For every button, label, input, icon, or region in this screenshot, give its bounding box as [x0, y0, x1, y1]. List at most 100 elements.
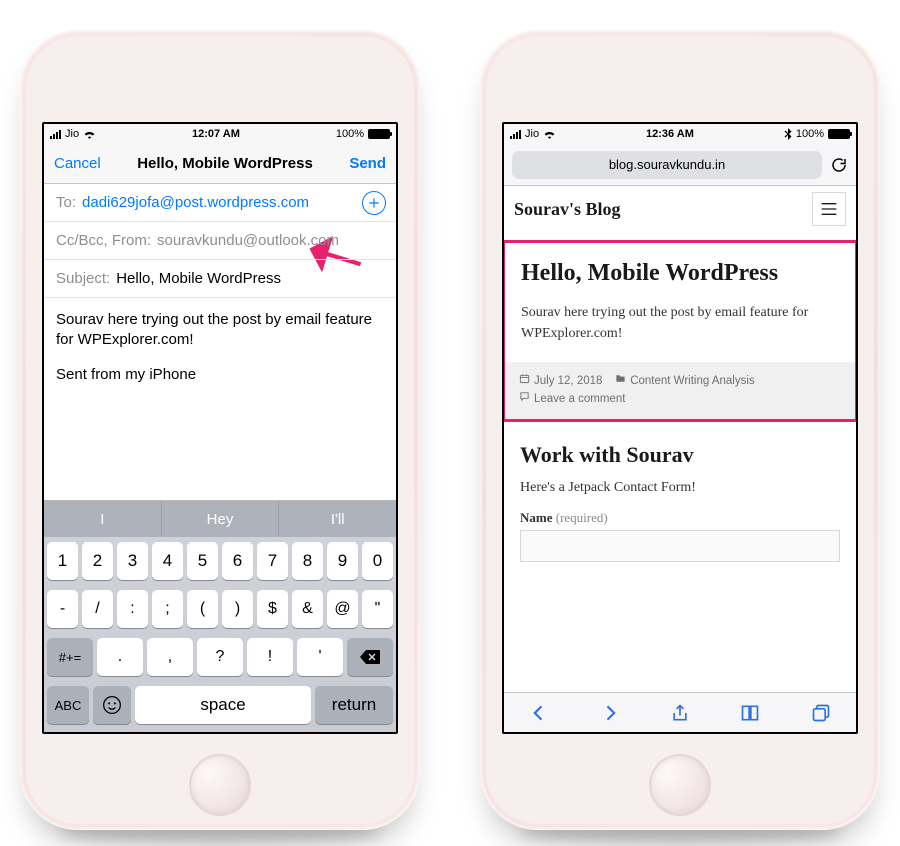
form-label-name: Name (required) — [520, 510, 840, 526]
key-rparen[interactable]: ) — [222, 590, 253, 628]
home-button[interactable] — [189, 754, 251, 816]
key-abc[interactable]: ABC — [47, 686, 89, 724]
cancel-button[interactable]: Cancel — [54, 155, 101, 172]
blog-title[interactable]: Sourav's Blog — [514, 199, 621, 220]
battery-percent: 100% — [796, 128, 824, 140]
key-apos[interactable]: ' — [297, 638, 343, 676]
carrier-label: Jio — [65, 128, 79, 140]
post-category[interactable]: Content Writing Analysis — [630, 375, 754, 387]
key-comma[interactable]: , — [147, 638, 193, 676]
prediction-2[interactable]: Hey — [161, 501, 279, 537]
key-semi[interactable]: ; — [152, 590, 183, 628]
name-input[interactable] — [520, 530, 840, 562]
post-date[interactable]: July 12, 2018 — [534, 375, 602, 387]
add-contact-button[interactable] — [362, 191, 386, 215]
blog-header: Sourav's Blog — [504, 186, 856, 240]
plus-icon — [367, 196, 381, 210]
key-dash[interactable]: - — [47, 590, 78, 628]
tabs-button[interactable] — [810, 702, 832, 724]
key-6[interactable]: 6 — [222, 542, 253, 580]
status-time: 12:07 AM — [192, 128, 240, 140]
bluetooth-icon — [784, 128, 792, 140]
key-2[interactable]: 2 — [82, 542, 113, 580]
mail-compose-screen: Jio 12:07 AM 100% Cancel Hello, Mobile W… — [42, 122, 398, 734]
key-quote[interactable]: " — [362, 590, 393, 628]
ccbcc-field[interactable]: Cc/Bcc, From: souravkundu@outlook.com — [44, 222, 396, 260]
key-0[interactable]: 0 — [362, 542, 393, 580]
post-comments-link[interactable]: Leave a comment — [534, 394, 625, 406]
key-row-4: ABC space return — [44, 681, 396, 732]
status-time: 12:36 AM — [646, 128, 694, 140]
body-line-2: Sent from my iPhone — [56, 365, 384, 385]
home-button[interactable] — [649, 754, 711, 816]
form-label-text: Name — [520, 510, 553, 525]
key-emoji[interactable] — [93, 686, 131, 724]
section-body: Here's a Jetpack Contact Form! — [520, 480, 840, 496]
key-period[interactable]: . — [97, 638, 143, 676]
phone-right: Jio 12:36 AM 100% blog.souravkundu.in — [480, 30, 880, 830]
subject-label: Subject: — [56, 270, 110, 287]
back-button[interactable] — [528, 702, 550, 724]
key-slash[interactable]: / — [82, 590, 113, 628]
key-return[interactable]: return — [315, 686, 393, 724]
key-row-2: - / : ; ( ) $ & @ " — [44, 585, 396, 633]
key-dollar[interactable]: $ — [257, 590, 288, 628]
key-symbols[interactable]: #+= — [47, 638, 93, 676]
post-title[interactable]: Hello, Mobile WordPress — [521, 259, 839, 288]
phone-left: Jio 12:07 AM 100% Cancel Hello, Mobile W… — [20, 30, 420, 830]
key-8[interactable]: 8 — [292, 542, 323, 580]
carrier-label: Jio — [525, 128, 539, 140]
key-qmark[interactable]: ? — [197, 638, 243, 676]
body-line-1: Sourav here trying out the post by email… — [56, 310, 384, 351]
url-bar: blog.souravkundu.in — [504, 144, 856, 186]
key-delete[interactable] — [347, 638, 393, 676]
battery-icon — [368, 129, 390, 139]
form-label-required: (required) — [556, 510, 608, 525]
post-meta: July 12, 2018 Content Writing Analysis L… — [505, 362, 855, 419]
wifi-icon — [83, 129, 96, 139]
subject-value: Hello, Mobile WordPress — [116, 270, 281, 287]
refresh-icon[interactable] — [830, 156, 848, 174]
safari-toolbar — [504, 692, 856, 732]
key-colon[interactable]: : — [117, 590, 148, 628]
calendar-icon — [519, 372, 531, 390]
battery-percent: 100% — [336, 128, 364, 140]
section-title: Work with Sourav — [520, 442, 840, 468]
key-excl[interactable]: ! — [247, 638, 293, 676]
url-field[interactable]: blog.souravkundu.in — [512, 151, 822, 179]
bookmarks-button[interactable] — [739, 702, 761, 724]
subject-field[interactable]: Subject: Hello, Mobile WordPress — [44, 260, 396, 298]
signal-icon — [50, 130, 61, 139]
to-field[interactable]: To: dadi629jofa@post.wordpress.com — [44, 184, 396, 222]
key-5[interactable]: 5 — [187, 542, 218, 580]
key-1[interactable]: 1 — [47, 542, 78, 580]
compose-body[interactable]: Sourav here trying out the post by email… — [44, 298, 396, 500]
emoji-icon — [102, 695, 122, 715]
compose-navbar: Cancel Hello, Mobile WordPress Send — [44, 144, 396, 184]
key-9[interactable]: 9 — [327, 542, 358, 580]
key-space[interactable]: space — [135, 686, 311, 724]
share-button[interactable] — [669, 702, 691, 724]
key-4[interactable]: 4 — [152, 542, 183, 580]
send-button[interactable]: Send — [349, 155, 386, 172]
url-text: blog.souravkundu.in — [609, 157, 725, 172]
ccbcc-label: Cc/Bcc, From: — [56, 232, 151, 249]
key-amp[interactable]: & — [292, 590, 323, 628]
key-7[interactable]: 7 — [257, 542, 288, 580]
key-3[interactable]: 3 — [117, 542, 148, 580]
prediction-1[interactable]: I — [44, 501, 161, 537]
page-content[interactable]: Sourav's Blog Hello, Mobile WordPress So… — [504, 186, 856, 692]
menu-button[interactable] — [812, 192, 846, 226]
hamburger-icon — [821, 202, 837, 216]
status-bar: Jio 12:07 AM 100% — [44, 124, 396, 144]
forward-button[interactable] — [599, 702, 621, 724]
to-label: To: — [56, 194, 76, 211]
post-card-highlighted: Hello, Mobile WordPress Sourav here tryi… — [504, 240, 856, 422]
prediction-3[interactable]: I'll — [278, 501, 396, 537]
key-lparen[interactable]: ( — [187, 590, 218, 628]
safari-screen: Jio 12:36 AM 100% blog.souravkundu.in — [502, 122, 858, 734]
key-at[interactable]: @ — [327, 590, 358, 628]
signal-icon — [510, 130, 521, 139]
predictive-row: I Hey I'll — [44, 501, 396, 537]
ccbcc-value: souravkundu@outlook.com — [157, 232, 339, 249]
